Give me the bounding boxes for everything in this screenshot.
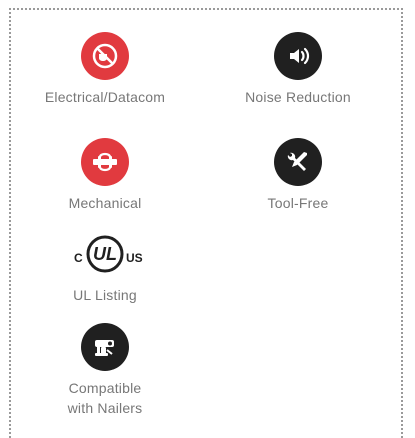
feature-label: UL Listing bbox=[73, 287, 137, 303]
ul-c-text: C bbox=[74, 251, 83, 265]
feature-label: Mechanical bbox=[68, 195, 142, 211]
feature-label: Noise Reduction bbox=[245, 89, 351, 105]
nailer-icon bbox=[81, 323, 129, 371]
feature-label-line-2: with Nailers bbox=[67, 400, 143, 416]
feature-ul-listing: C UL US UL Listing bbox=[30, 230, 180, 305]
plug-icon bbox=[81, 32, 129, 80]
feature-electrical-datacom: Electrical/Datacom bbox=[30, 32, 180, 107]
tools-icon bbox=[274, 138, 322, 186]
ul-logo: C UL US bbox=[62, 230, 148, 278]
feature-mechanical: Mechanical bbox=[30, 138, 180, 213]
ul-mark-text: UL bbox=[93, 244, 117, 264]
feature-label: Electrical/Datacom bbox=[44, 89, 166, 105]
feature-tool-free: Tool-Free bbox=[223, 138, 373, 213]
feature-compatible-with-nailers: Compatible with Nailers bbox=[30, 323, 180, 418]
pipe-icon bbox=[81, 138, 129, 186]
ul-us-text: US bbox=[126, 251, 143, 265]
feature-label: Compatible with Nailers bbox=[30, 378, 180, 418]
speaker-icon bbox=[274, 32, 322, 80]
feature-noise-reduction: Noise Reduction bbox=[223, 32, 373, 107]
feature-label: Tool-Free bbox=[267, 195, 329, 211]
feature-label-line-1: Compatible bbox=[68, 380, 142, 396]
